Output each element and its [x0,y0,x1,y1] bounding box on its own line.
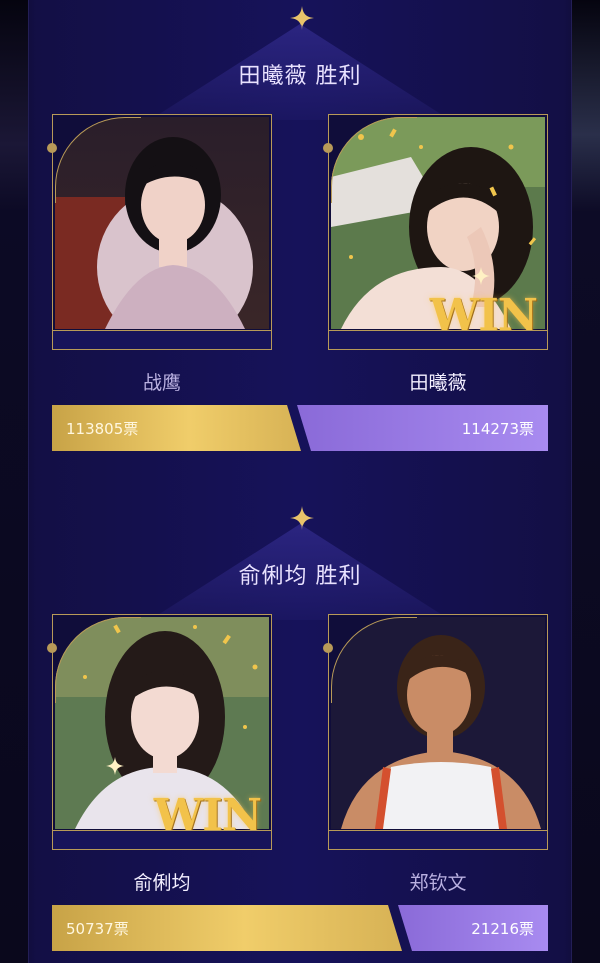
vote-bar-right: 114273票 [297,405,548,451]
vote-results-page: 田曦薇 胜利 WIN 战鹰 田曦薇 113805票 114273票 俞俐均 胜利… [0,0,600,963]
vote-count-left: 113805票 [66,420,139,438]
vote-count-right: 21216票 [471,920,534,938]
vote-bar-left: 50737票 [52,905,402,951]
card-footer-strip [53,830,271,849]
contestant-name-right: 田曦薇 [409,372,467,394]
card-footer-strip [329,830,547,849]
vote-count-left: 50737票 [66,920,129,938]
contestant-card-right[interactable] [323,614,548,850]
match-result-title: 俞俐均 胜利 [238,564,362,589]
vote-bar-right: 21216票 [398,905,548,951]
photo-frame-arc [331,617,417,703]
vote-count-right: 114273票 [461,420,534,438]
frame-dot [323,143,333,153]
contestant-name-right: 郑钦文 [409,872,467,894]
photo-frame-arc [55,617,141,703]
contestant-card-left[interactable]: WIN [47,614,272,850]
contestant-name-left: 战鹰 [142,372,181,394]
contestant-name-left: 俞俐均 [133,872,191,894]
match-card-2: 俞俐均 胜利 WIN 俞俐均 郑钦文 50737票 21216票 [0,500,600,963]
contestant-card-right[interactable]: WIN [323,114,548,350]
photo-frame-arc [55,117,141,203]
frame-dot [47,643,57,653]
match-result-title: 田曦薇 胜利 [238,64,362,89]
contestant-card-left[interactable] [47,114,272,350]
vote-bar-left: 113805票 [52,405,301,451]
photo-frame-arc [331,117,417,203]
match-card-1: 田曦薇 胜利 WIN 战鹰 田曦薇 113805票 114273票 [0,0,600,470]
card-footer-strip [53,330,271,349]
vote-bar: 113805票 114273票 [52,405,548,451]
frame-dot [47,143,57,153]
vote-bar: 50737票 21216票 [52,905,548,951]
frame-dot [323,643,333,653]
card-footer-strip [329,330,547,349]
